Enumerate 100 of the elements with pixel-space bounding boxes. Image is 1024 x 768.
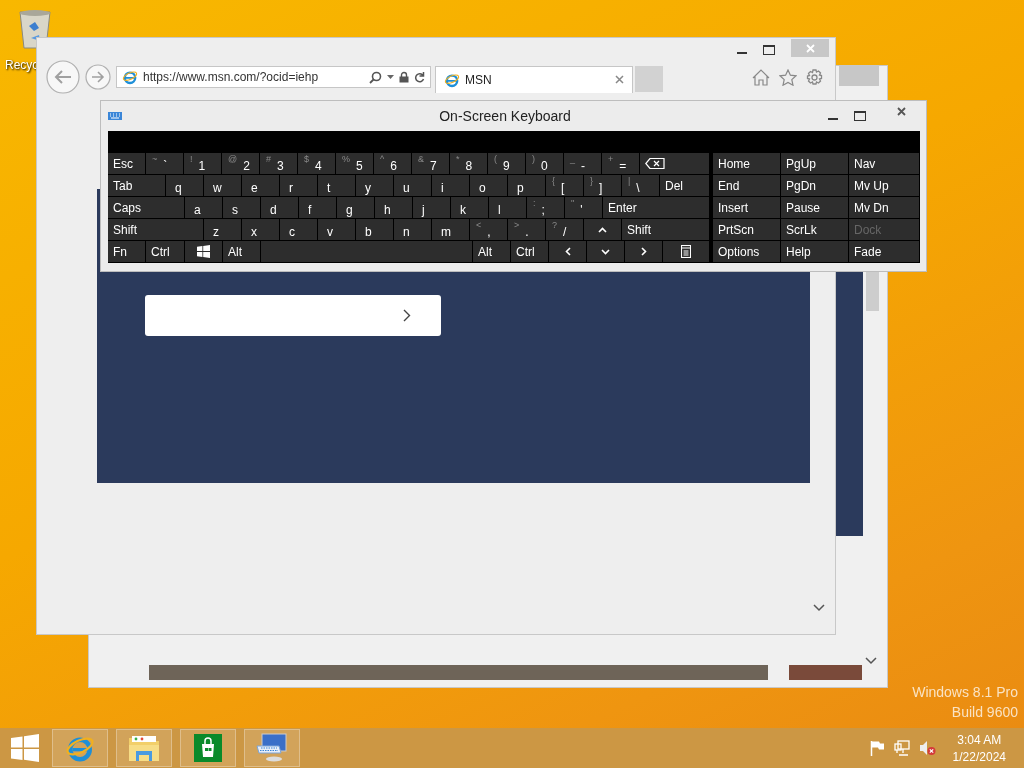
settings-icon[interactable]	[806, 68, 823, 86]
speaker-muted-icon[interactable]	[918, 740, 936, 756]
key[interactable]: s	[223, 197, 260, 218]
up-arrow-key[interactable]	[584, 219, 621, 240]
key[interactable]: Shift	[622, 219, 709, 240]
key[interactable]: q	[166, 175, 203, 196]
key[interactable]: Alt	[223, 241, 260, 262]
key[interactable]: : ;	[527, 197, 564, 218]
key[interactable]: Ctrl	[511, 241, 548, 262]
key[interactable]: Nav	[849, 153, 919, 174]
key[interactable]: Pause	[781, 197, 848, 218]
key[interactable]: ? /	[546, 219, 583, 240]
key[interactable]: ~ `	[146, 153, 183, 174]
key[interactable]: Enter	[603, 197, 709, 218]
chevron-down-icon[interactable]	[813, 604, 825, 612]
key[interactable]: Del	[660, 175, 709, 196]
key[interactable]: % 5	[336, 153, 373, 174]
browser-tab[interactable]: MSN	[435, 65, 633, 93]
key[interactable]: * 8	[450, 153, 487, 174]
key[interactable]: ! 1	[184, 153, 221, 174]
left-arrow-key[interactable]	[549, 241, 586, 262]
key[interactable]: p	[508, 175, 545, 196]
key[interactable]: Shift	[108, 219, 203, 240]
key[interactable]: Home	[713, 153, 780, 174]
taskbar-app-button[interactable]	[180, 729, 236, 767]
key[interactable]: Esc	[108, 153, 145, 174]
key[interactable]: a	[185, 197, 222, 218]
key[interactable]: x	[242, 219, 279, 240]
key[interactable]: Options	[713, 241, 780, 262]
key[interactable]: y	[356, 175, 393, 196]
chevron-down-icon[interactable]	[865, 657, 877, 665]
star-icon[interactable]	[779, 68, 797, 86]
key[interactable]: Fade	[849, 241, 919, 262]
key[interactable]: e	[242, 175, 279, 196]
right-arrow-key[interactable]	[625, 241, 662, 262]
menu-key[interactable]	[663, 241, 709, 262]
key[interactable]: | \	[622, 175, 659, 196]
key[interactable]: End	[713, 175, 780, 196]
lock-icon[interactable]	[399, 71, 409, 83]
key[interactable]: d	[261, 197, 298, 218]
key[interactable]: _ -	[564, 153, 601, 174]
key[interactable]: + =	[602, 153, 639, 174]
home-icon[interactable]	[752, 68, 770, 86]
key[interactable]: Fn	[108, 241, 145, 262]
key[interactable]: ) 0	[526, 153, 563, 174]
flag-icon[interactable]	[869, 740, 885, 756]
key[interactable]: m	[432, 219, 469, 240]
key[interactable]: ( 9	[488, 153, 525, 174]
caret-icon[interactable]	[387, 75, 394, 79]
key[interactable]: ^ 6	[374, 153, 411, 174]
key[interactable]: } ]	[584, 175, 621, 196]
key[interactable]: t	[318, 175, 355, 196]
input-field[interactable]	[145, 295, 441, 336]
key[interactable]: > .	[508, 219, 545, 240]
maximize-icon[interactable]	[763, 45, 775, 55]
key[interactable]: { [	[546, 175, 583, 196]
key[interactable]: Insert	[713, 197, 780, 218]
key[interactable]: Mv Dn	[849, 197, 919, 218]
key[interactable]: k	[451, 197, 488, 218]
key[interactable]: Caps	[108, 197, 184, 218]
key[interactable]: Tab	[108, 175, 165, 196]
key[interactable]: " '	[565, 197, 602, 218]
key[interactable]: z	[204, 219, 241, 240]
key[interactable]: l	[489, 197, 526, 218]
scrollbar-thumb[interactable]	[866, 271, 879, 311]
url-text[interactable]: https://www.msn.com/?ocid=iehp	[143, 70, 319, 84]
search-icon[interactable]	[369, 70, 382, 84]
key[interactable]: g	[337, 197, 374, 218]
key[interactable]: # 3	[260, 153, 297, 174]
address-bar[interactable]: https://www.msn.com/?ocid=iehp	[116, 66, 431, 88]
key[interactable]: u	[394, 175, 431, 196]
close-icon[interactable]	[615, 75, 624, 84]
key[interactable]: w	[204, 175, 241, 196]
key[interactable]: f	[299, 197, 336, 218]
windows-key[interactable]	[185, 241, 222, 262]
taskbar-app-button[interactable]	[116, 729, 172, 767]
key[interactable]: & 7	[412, 153, 449, 174]
key[interactable]: < ,	[470, 219, 507, 240]
key[interactable]: o	[470, 175, 507, 196]
key[interactable]: $ 4	[298, 153, 335, 174]
key[interactable]: Alt	[473, 241, 510, 262]
key[interactable]: PgUp	[781, 153, 848, 174]
key[interactable]: Mv Up	[849, 175, 919, 196]
backspace-key[interactable]	[640, 153, 709, 174]
start-button[interactable]	[11, 734, 39, 762]
key[interactable]: Ctrl	[146, 241, 184, 262]
key[interactable]: n	[394, 219, 431, 240]
taskbar-app-button[interactable]	[244, 729, 300, 767]
key[interactable]: PgDn	[781, 175, 848, 196]
down-arrow-key[interactable]	[587, 241, 624, 262]
key[interactable]: b	[356, 219, 393, 240]
key[interactable]: c	[280, 219, 317, 240]
back-icon[interactable]	[46, 60, 80, 94]
key[interactable]: @ 2	[222, 153, 259, 174]
key[interactable]: PrtScn	[713, 219, 780, 240]
key[interactable]: ScrLk	[781, 219, 848, 240]
key[interactable]: r	[280, 175, 317, 196]
key[interactable]: h	[375, 197, 412, 218]
key[interactable]: Help	[781, 241, 848, 262]
refresh-icon[interactable]	[414, 71, 425, 83]
